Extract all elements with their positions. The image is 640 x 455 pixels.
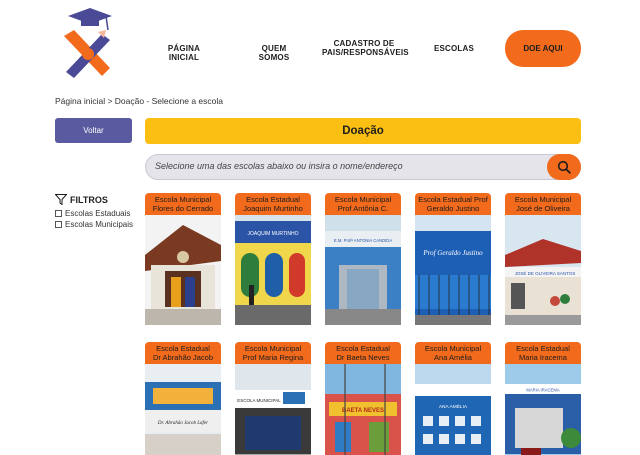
nav-home-link[interactable]: PÁGINA INICIAL [156, 44, 212, 62]
filters-title: FILTROS [55, 194, 133, 205]
school-sign: JOAQUIM MURTINHO [247, 231, 298, 237]
school-card-label: Escola Estadual Maria Iracema [505, 342, 581, 364]
school-photo: MARIA IRACEMA [505, 364, 581, 455]
school-card-label: Escola Municipal Prof Antônia C. [325, 193, 401, 215]
logo[interactable] [60, 8, 116, 84]
school-card-label: Escola Municipal Prof Maria Regina [235, 342, 311, 364]
school-photo: ANA AMÉLIA [415, 364, 491, 455]
school-card[interactable]: Escola Estadual Prof Geraldo Justino Prof… [415, 193, 491, 325]
school-sign: ANA AMÉLIA [439, 403, 468, 410]
filters-panel: FILTROS Escolas Estaduais Escolas Munici… [55, 194, 133, 231]
school-photo: Dr. Abrahão Jacob Lafer [145, 364, 221, 455]
school-card-label: Escola Municipal Flores do Cerrado [145, 193, 221, 215]
school-card[interactable]: Escola Estadual Dr Baeta Neves BAETA NEVE… [325, 342, 401, 455]
school-card-label: Escola Estadual Dr Abrahão Jacob [145, 342, 221, 364]
school-card[interactable]: Escola Municipal Prof Maria Regina ESCOLA… [235, 342, 311, 455]
nav-register-link[interactable]: CADASTRO DE PAIS/RESPONSÁVEIS [322, 39, 409, 58]
school-card[interactable]: Escola Municipal Prof Antônia C. E.M. Pro… [325, 193, 401, 325]
school-photo [145, 215, 221, 325]
school-card[interactable]: Escola Municipal José de Oliveira JOSÉ DE… [505, 193, 581, 325]
school-sign: ESCOLA MUNICIPAL [237, 398, 281, 403]
school-photo: BAETA NEVES [325, 364, 401, 455]
breadcrumb: Página inicial > Doação - Selecione a es… [55, 96, 223, 106]
filter-option-label: Escolas Municipais [65, 220, 134, 229]
school-photo: JOSÉ DE OLIVEIRA SANTOS [505, 215, 581, 325]
nav-schools-link[interactable]: ESCOLAS [432, 44, 476, 53]
checkbox[interactable] [55, 221, 62, 228]
school-card[interactable]: Escola Estadual Dr Abrahão Jacob Dr. Abra… [145, 342, 221, 455]
school-sign: BAETA NEVES [342, 408, 384, 414]
donate-button[interactable]: DOE AQUI [505, 30, 581, 67]
search-button[interactable] [547, 154, 581, 180]
school-photo: ESCOLA MUNICIPAL [235, 364, 311, 455]
nav-register-line2: PAIS/RESPONSÁVEIS [322, 48, 409, 58]
school-card-label: Escola Estadual Joaquim Murtinho [235, 193, 311, 215]
school-sign: MARIA IRACEMA [526, 388, 559, 393]
school-card-label: Escola Estadual Dr Baeta Neves [325, 342, 401, 364]
school-card[interactable]: Escola Municipal Flores do Cerrado [145, 193, 221, 325]
school-card[interactable]: Escola Estadual Maria Iracema MARIA IRACE… [505, 342, 581, 455]
search-icon [557, 160, 571, 174]
school-photo: Prof Geraldo Justino [415, 215, 491, 325]
filter-municipal-schools[interactable]: Escolas Municipais [55, 220, 133, 229]
school-photo: E.M. Profª ANTONIA CANDIDA [325, 215, 401, 325]
search-input[interactable] [155, 161, 545, 171]
filter-option-label: Escolas Estaduais [65, 209, 131, 218]
nav-about-link[interactable]: QUEM SOMOS [246, 44, 302, 62]
page-title: Doação [145, 118, 581, 144]
filters-title-label: FILTROS [70, 194, 108, 205]
back-button[interactable]: Voltar [55, 118, 132, 143]
graduation-cap-icon [68, 8, 112, 31]
filter-funnel-icon [55, 194, 67, 205]
school-sign: JOSÉ DE OLIVEIRA SANTOS [515, 270, 576, 276]
filter-state-schools[interactable]: Escolas Estaduais [55, 209, 133, 218]
school-card-label: Escola Estadual Prof Geraldo Justino [415, 193, 491, 215]
school-card-label: Escola Municipal José de Oliveira [505, 193, 581, 215]
school-sign: Prof Geraldo Justino [422, 249, 483, 257]
school-card-label: Escola Municipal Ana Amélia [415, 342, 491, 364]
school-sign: Dr. Abrahão Jacob Lafer [157, 421, 208, 426]
school-card[interactable]: Escola Estadual Joaquim Murtinho JOAQUIM … [235, 193, 311, 325]
nav-register-line1: CADASTRO DE [333, 39, 395, 48]
search-bar [145, 154, 581, 180]
checkbox[interactable] [55, 210, 62, 217]
school-sign: E.M. Profª ANTONIA CANDIDA [334, 238, 392, 243]
school-photo: JOAQUIM MURTINHO [235, 215, 311, 325]
school-card[interactable]: Escola Municipal Ana Amélia ANA AMÉLIA [415, 342, 491, 455]
